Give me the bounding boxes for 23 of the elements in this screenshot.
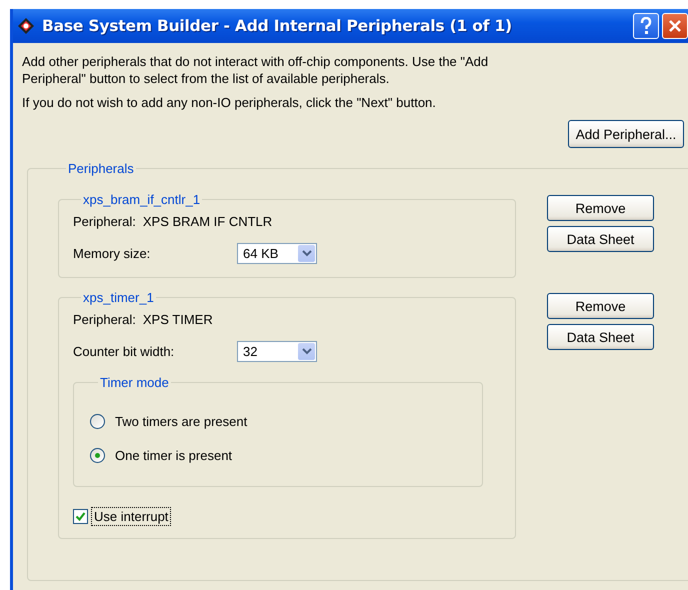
remove-button[interactable]: Remove bbox=[547, 195, 654, 221]
peripheral-type: XPS BRAM IF CNTLR bbox=[142, 214, 272, 228]
instruction-text: Add other peripherals that do not interact with off-chip components. Use the "Add Peripheral" button to select from the list of available peripherals. bbox=[22, 53, 490, 87]
peripheral-name: xps_timer_1 bbox=[82, 290, 155, 305]
peripheral-name: xps_bram_if_cntlr_1 bbox=[82, 192, 202, 207]
radio-label: Two timers are present bbox=[115, 414, 248, 428]
window-title: Base System Builder - Add Internal Peripherals (1 of 1) bbox=[42, 17, 512, 35]
instruction-text: If you do not wish to add any non-IO peripherals, click the "Next" button. bbox=[22, 94, 437, 111]
field-label: Counter bit width: bbox=[73, 344, 176, 358]
data-sheet-button[interactable]: Data Sheet bbox=[547, 226, 654, 252]
field-label: Memory size: bbox=[73, 246, 152, 260]
peripheral-label: Peripheral: bbox=[73, 312, 136, 326]
dropdown-field[interactable]: 64 KB bbox=[237, 242, 317, 264]
peripheral-type: XPS TIMER bbox=[142, 312, 213, 326]
radio-label: One timer is present bbox=[115, 448, 232, 462]
remove-button[interactable]: Remove bbox=[547, 293, 654, 319]
group-title: Timer mode bbox=[99, 375, 170, 390]
dropdown-field[interactable]: 32 bbox=[237, 340, 317, 362]
add-peripheral-button[interactable]: Add Peripheral... bbox=[568, 120, 684, 148]
peripheral-label: Peripheral: bbox=[73, 214, 136, 228]
data-sheet-button[interactable]: Data Sheet bbox=[547, 324, 654, 350]
group-title: Peripherals bbox=[67, 161, 135, 176]
checkbox-label: Use interrupt bbox=[91, 507, 172, 526]
